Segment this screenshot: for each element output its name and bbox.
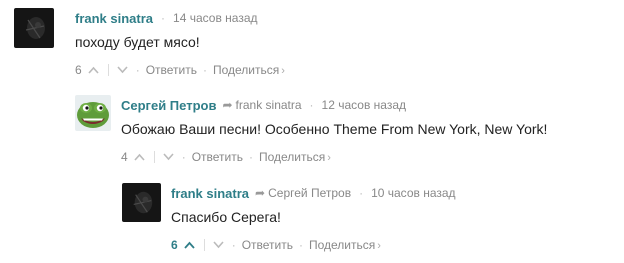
chevron-up-icon	[134, 153, 145, 161]
chevron-right-icon: ›	[327, 152, 331, 164]
share-label: Поделиться	[212, 63, 280, 77]
chevron-down-icon	[117, 66, 128, 74]
upvote-button[interactable]	[87, 63, 101, 77]
author-name[interactable]: frank sinatra	[75, 11, 153, 26]
vote-score: 4	[121, 150, 128, 164]
comment-text: Обожаю Ваши песни! Особенно Theme From N…	[121, 121, 548, 137]
vote-score: 6	[171, 238, 178, 252]
reply-arrow-icon: ➦	[255, 186, 266, 200]
avatar[interactable]	[14, 8, 54, 48]
vote-divider	[107, 64, 109, 76]
meta-separator: ·	[309, 98, 314, 112]
comment-actions: 4 · Ответить · Поделиться ›	[121, 148, 547, 166]
dark-photo-avatar-icon	[14, 8, 54, 48]
comment: Сергей Петров ➦ frank sinatra · 12 часов…	[75, 95, 547, 166]
pepe-frog-avatar-icon	[75, 95, 111, 131]
chevron-up-icon	[184, 241, 195, 249]
action-separator: ·	[202, 63, 207, 77]
timestamp[interactable]: 14 часов назад	[173, 11, 257, 25]
share-button[interactable]: Поделиться ›	[259, 150, 331, 164]
comment: frank sinatra · 14 часов назад походу бу…	[14, 8, 285, 79]
chevron-down-icon	[163, 153, 174, 161]
share-label: Поделиться	[308, 238, 376, 252]
avatar[interactable]	[122, 183, 161, 222]
meta-separator: ·	[161, 11, 166, 25]
share-button[interactable]: Поделиться ›	[309, 238, 381, 252]
reply-button[interactable]: Ответить	[242, 238, 293, 252]
comment: frank sinatra ➦ Сергей Петров · 10 часов…	[122, 183, 456, 254]
author-name[interactable]: Сергей Петров	[121, 98, 216, 113]
reply-arrow-icon: ➦	[222, 98, 233, 112]
meta-separator: ·	[359, 186, 364, 200]
action-separator: ·	[181, 150, 186, 164]
comment-text: Спасибо Серега!	[171, 209, 281, 225]
action-separator: ·	[231, 238, 236, 252]
chevron-right-icon: ›	[377, 240, 381, 252]
action-separator: ·	[298, 238, 303, 252]
reply-to-name[interactable]: frank sinatra	[236, 98, 302, 112]
downvote-button[interactable]	[162, 150, 176, 164]
comment-actions: 6 · Ответить · Поделиться ›	[171, 236, 456, 254]
action-separator: ·	[248, 150, 253, 164]
dark-photo-avatar-icon	[122, 183, 161, 222]
action-separator: ·	[135, 63, 140, 77]
vote-divider	[153, 151, 155, 163]
reply-to-name[interactable]: Сергей Петров	[268, 186, 351, 200]
vote-divider	[203, 239, 205, 251]
comment-actions: 6 · Ответить · Поделиться ›	[75, 61, 285, 79]
chevron-up-icon	[88, 66, 99, 74]
reply-button[interactable]: Ответить	[192, 150, 243, 164]
timestamp[interactable]: 12 часов назад	[322, 98, 406, 112]
chevron-right-icon: ›	[281, 65, 285, 77]
timestamp[interactable]: 10 часов назад	[371, 186, 455, 200]
share-label: Поделиться	[258, 150, 326, 164]
avatar[interactable]	[75, 95, 111, 131]
chevron-down-icon	[213, 241, 224, 249]
vote-score: 6	[75, 63, 82, 77]
downvote-button[interactable]	[212, 238, 226, 252]
upvote-button[interactable]	[183, 238, 197, 252]
share-button[interactable]: Поделиться ›	[213, 63, 285, 77]
comment-text: походу будет мясо!	[75, 34, 200, 50]
downvote-button[interactable]	[116, 63, 130, 77]
author-name[interactable]: frank sinatra	[171, 186, 249, 201]
reply-button[interactable]: Ответить	[146, 63, 197, 77]
upvote-button[interactable]	[133, 150, 147, 164]
